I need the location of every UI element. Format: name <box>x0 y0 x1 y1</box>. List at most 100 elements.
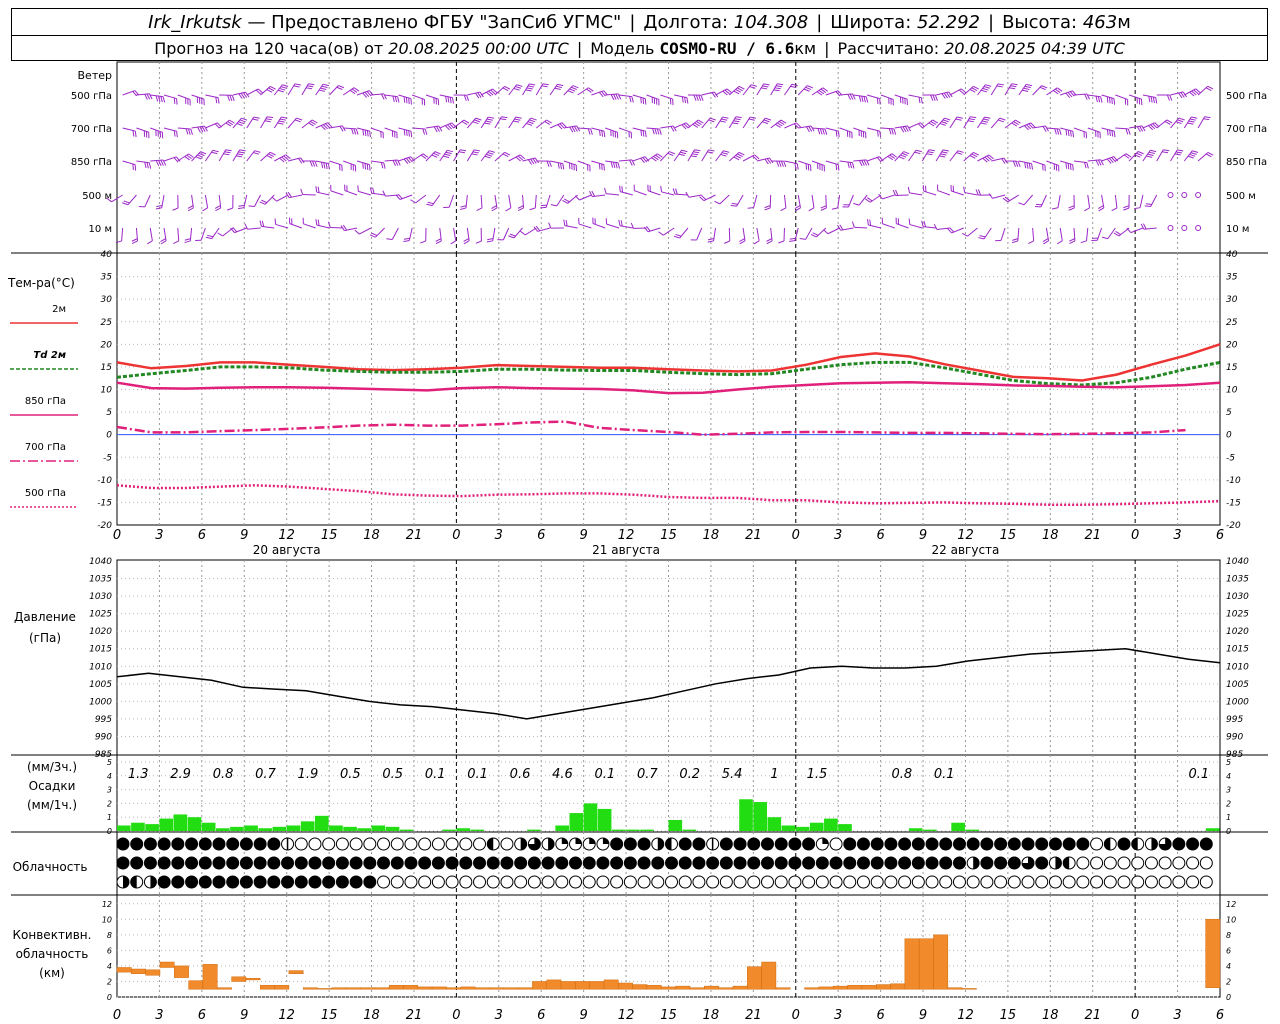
cloud-symbol <box>651 856 665 870</box>
cloud-symbol <box>596 875 610 889</box>
wind-barb-feather <box>513 120 520 123</box>
wind-barb-feather <box>721 118 728 121</box>
wind-barb-feather <box>914 151 921 155</box>
precip-tick-label-left: 3 <box>107 786 112 795</box>
wind-barb-feather <box>939 122 946 126</box>
convective-bar <box>446 987 462 990</box>
wind-barb <box>811 194 815 208</box>
wind-barb-feather <box>362 162 364 169</box>
cloud-symbol <box>994 837 1008 851</box>
precip-3h-label: 0.1 <box>425 767 446 782</box>
wind-barb-feather <box>386 238 393 240</box>
wind-barb-feather <box>1028 163 1031 170</box>
wind-barb-feather <box>475 117 482 121</box>
wind-barb-feather <box>132 130 135 137</box>
cloud-symbol <box>514 856 528 870</box>
wind-barb-feather <box>686 97 689 104</box>
x-tick-label: 15 <box>660 528 677 543</box>
wind-level-label-left: 10 м <box>89 224 112 235</box>
wind-barb-feather <box>509 233 516 237</box>
wind-barb-feather <box>762 121 769 125</box>
wind-barb-feather <box>422 128 426 135</box>
cloud-symbol <box>1076 875 1090 889</box>
x-tick-label: 18 <box>1042 528 1059 543</box>
cloud-symbol <box>678 856 692 870</box>
wind-barb-feather <box>888 128 892 135</box>
temp-tick-label-left: 20 <box>101 340 113 350</box>
wind-barb-feather <box>514 118 521 121</box>
wind-barb-feather <box>144 162 147 169</box>
cloud-symbol <box>569 875 583 889</box>
x-tick-label-bottom: 0 <box>452 1008 460 1023</box>
wind-barb <box>696 227 703 241</box>
cloud-symbol <box>733 837 747 851</box>
wind-barb-feather <box>747 207 754 209</box>
wind-barb-feather <box>693 94 697 101</box>
cloud-symbol <box>294 837 308 851</box>
cloud-symbol <box>143 837 157 851</box>
wind-barb-feather <box>369 131 371 138</box>
cloud-symbol <box>1021 837 1035 851</box>
wind-barb-feather <box>978 237 985 240</box>
convective-bar <box>188 980 204 990</box>
wind-barb-feather <box>1162 151 1169 154</box>
precip-bar <box>923 829 937 831</box>
precip-bar <box>767 817 782 831</box>
cloud-title: Облачность <box>13 860 88 874</box>
wind-barb <box>1032 227 1035 241</box>
wind-barb-feather <box>865 96 869 103</box>
cloud-symbol <box>719 856 733 870</box>
cloud-symbol <box>774 837 788 851</box>
wind-barb-feather <box>471 153 478 156</box>
wind-barb-feather <box>474 149 481 152</box>
cloud-symbol <box>939 856 953 870</box>
wind-barb-feather <box>695 94 699 101</box>
convective-bar <box>747 966 762 990</box>
cloud-symbol-fill <box>1063 857 1070 869</box>
wind-barb-feather <box>1041 85 1048 89</box>
cloud-symbol <box>281 856 295 870</box>
wind-barb-feather <box>693 151 700 154</box>
wind-barb-feather <box>279 118 287 121</box>
x-tick-label-bottom: 15 <box>1000 1008 1017 1023</box>
cloud-symbol <box>253 856 267 870</box>
wind-barb-feather <box>1028 240 1034 245</box>
wind-barb-feather <box>226 207 233 211</box>
cloud-symbol <box>733 875 747 889</box>
wind-barb-feather <box>942 149 949 152</box>
wind-barb-feather <box>259 201 266 205</box>
wind-barb <box>1059 227 1063 241</box>
precip-3h-label: 0.7 <box>637 767 658 782</box>
wind-barb-feather <box>1095 96 1098 103</box>
wind-barb-feather <box>748 118 755 121</box>
wind-barb-feather <box>530 117 537 121</box>
wind-barb-feather <box>907 186 910 193</box>
wind-barb-feather <box>134 131 137 138</box>
cloud-symbol <box>815 856 829 870</box>
wind-barb-feather <box>753 240 760 245</box>
wind-barb-feather <box>1069 163 1072 170</box>
cloud-symbol <box>486 856 500 870</box>
wind-barb-feather <box>940 153 947 156</box>
x-tick-label: 9 <box>580 528 588 543</box>
x-tick-label-bottom: 9 <box>240 1008 248 1023</box>
wind-barb-feather <box>557 162 560 169</box>
wind-barb-feather <box>981 120 988 123</box>
wind-barb-feather <box>980 122 987 125</box>
wind-barb-feather <box>610 94 615 101</box>
wind-barb-feather <box>212 149 219 153</box>
precip-bar <box>159 818 174 831</box>
wind-barb-feather <box>709 117 716 121</box>
wind-barb-feather <box>211 151 218 155</box>
cloud-symbol <box>226 856 240 870</box>
wind-barb-feather <box>1011 83 1018 86</box>
wind-barb-feather <box>1024 162 1027 169</box>
cloud-symbol <box>116 837 130 851</box>
wind-barb <box>661 191 675 196</box>
cloud-symbol <box>418 875 432 889</box>
wind-barb-feather <box>700 94 704 101</box>
precip-3h-label: 0.8 <box>213 767 234 782</box>
wind-barb-feather <box>173 97 176 104</box>
wind-barb-feather <box>817 128 821 135</box>
cloud-symbol <box>980 856 994 870</box>
